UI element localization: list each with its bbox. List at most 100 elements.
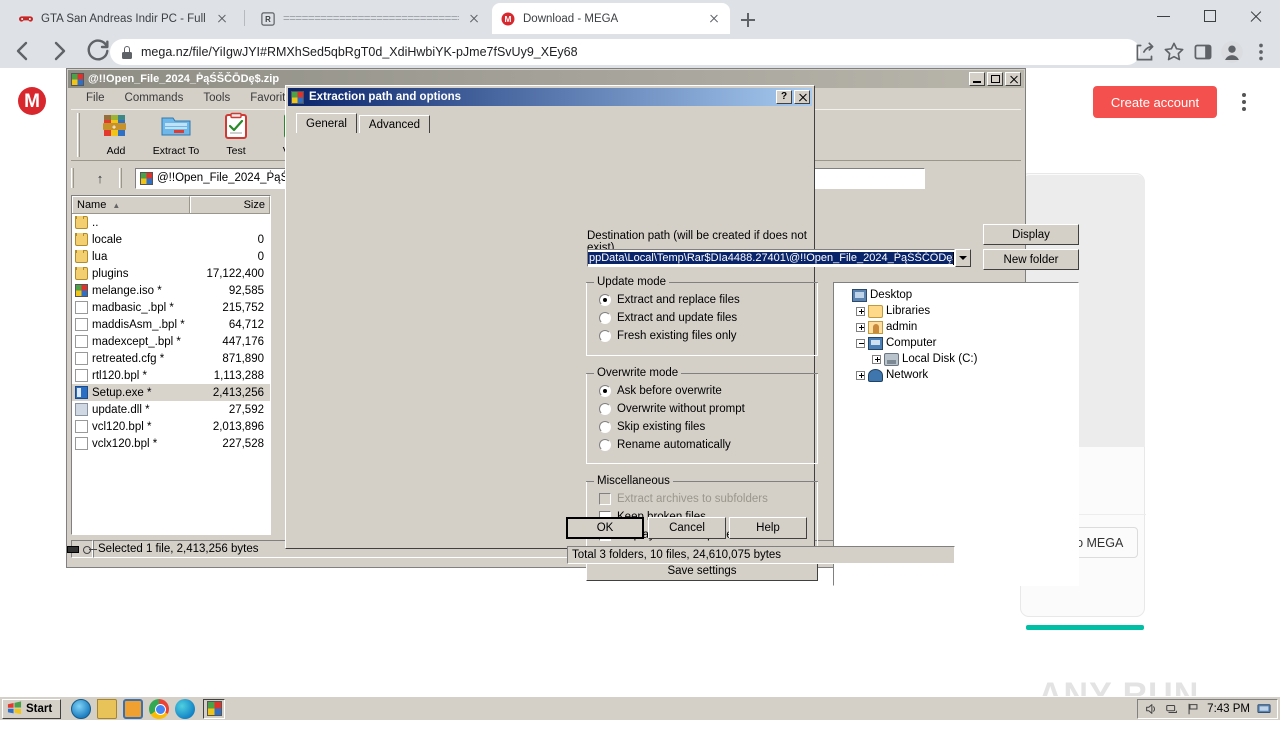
share-icon[interactable] [1132, 39, 1158, 65]
toolbar-add-button[interactable]: + Add [87, 110, 145, 160]
new-tab-button[interactable] [735, 7, 761, 33]
display-button[interactable]: Display [983, 224, 1079, 245]
media-player-icon[interactable] [123, 698, 144, 719]
start-button[interactable]: Start [2, 698, 62, 719]
taskbar-clock[interactable]: 7:43 PM [1207, 703, 1250, 715]
help-button[interactable]: Help [729, 517, 807, 539]
browser-tab-2[interactable]: M Download - MEGA [492, 3, 730, 34]
menu-commands[interactable]: Commands [115, 91, 194, 105]
destination-path-dropdown-button[interactable] [955, 249, 971, 267]
toolbar-extract-to-button[interactable]: Extract To [145, 110, 207, 160]
close-icon[interactable] [214, 11, 230, 27]
file-icon [75, 437, 88, 450]
tree-node[interactable]: Local Disk (C:) [840, 351, 1078, 367]
tree-node-label: Network [886, 369, 929, 381]
taskbar-winrar-task[interactable] [203, 698, 226, 719]
table-row[interactable]: Setup.exe * 2,413,256 [72, 384, 270, 401]
tab-general[interactable]: General [296, 113, 357, 133]
tree-node-label: admin [886, 321, 918, 333]
table-row[interactable]: melange.iso * 92,585 [72, 282, 270, 299]
radio-rename-automatically[interactable]: Rename automatically [599, 436, 817, 454]
winrar-maximize-button[interactable] [987, 72, 1003, 86]
close-icon[interactable] [706, 11, 722, 27]
create-account-button[interactable]: Create account [1093, 86, 1217, 118]
collapse-minus-icon[interactable] [856, 338, 865, 348]
file-name-text: melange.iso * [92, 284, 162, 297]
volume-icon[interactable] [1144, 702, 1158, 716]
forward-button[interactable] [44, 35, 76, 67]
radio-skip-existing-files[interactable]: Skip existing files [599, 418, 817, 436]
destination-folder-tree[interactable]: Desktop Libraries admin Computer Local Disk … [833, 282, 1079, 586]
table-row[interactable]: maddisAsm_.bpl * 64,712 [72, 316, 270, 333]
toolbar-test-button[interactable]: Test [207, 110, 265, 160]
bookmark-star-icon[interactable] [1161, 39, 1187, 65]
radio-extract-and-update[interactable]: Extract and update files [599, 309, 817, 327]
column-header-name[interactable]: Name ▲ [72, 196, 190, 213]
expand-plus-icon[interactable] [856, 370, 865, 380]
dialog-help-button[interactable]: ? [776, 90, 792, 104]
expand-plus-icon[interactable] [856, 306, 865, 316]
network-icon[interactable] [1165, 702, 1179, 716]
winrar-archive-totals: Total 3 folders, 10 files, 24,610,075 by… [567, 546, 955, 564]
address-grip[interactable] [71, 168, 74, 188]
file-size-cell: 64,712 [228, 318, 264, 331]
up-one-level-button[interactable]: ↑ [87, 167, 113, 189]
new-folder-button[interactable]: New folder [983, 249, 1079, 270]
window-minimize-button[interactable] [1142, 0, 1188, 32]
radio-extract-and-replace[interactable]: Extract and replace files [599, 291, 817, 309]
column-header-size[interactable]: Size [190, 196, 270, 213]
close-icon[interactable] [466, 11, 482, 27]
dialog-title-bar[interactable]: Extraction path and options ? [288, 88, 812, 106]
radio-overwrite-without-prompt[interactable]: Overwrite without prompt [599, 400, 817, 418]
table-row[interactable]: madbasic_.bpl * 215,752 [72, 299, 270, 316]
tree-node[interactable]: Desktop [840, 287, 1078, 303]
show-desktop-icon[interactable] [1257, 702, 1271, 716]
table-row[interactable]: vclx120.bpl * 227,528 [72, 435, 270, 452]
winrar-file-list[interactable]: Name ▲ Size .. locale 0 lua 0 plugins 17,122,4… [71, 195, 271, 535]
address-grip-2[interactable] [119, 168, 122, 188]
tree-node[interactable]: Libraries [840, 303, 1078, 319]
toolbar-grip[interactable] [77, 113, 80, 157]
file-name-cell: madexcept_.bpl * [72, 335, 190, 348]
page-menu-icon[interactable] [1242, 93, 1246, 111]
menu-tools[interactable]: Tools [193, 91, 240, 105]
folder-icon[interactable] [97, 698, 118, 719]
winrar-minimize-button[interactable] [969, 72, 985, 86]
winrar-close-button[interactable] [1005, 72, 1021, 86]
chrome-menu-icon[interactable] [1248, 39, 1274, 65]
table-row[interactable]: vcl120.bpl * 2,013,896 [72, 418, 270, 435]
table-row[interactable]: retreated.cfg * 871,890 [72, 350, 270, 367]
side-panel-icon[interactable] [1190, 39, 1216, 65]
table-row[interactable]: lua 0 [72, 248, 270, 265]
destination-path-input[interactable]: ppData\Local\Temp\Rar$DIa4488.27401\@!!O… [587, 249, 955, 267]
window-close-button[interactable] [1234, 0, 1280, 32]
cancel-button[interactable]: Cancel [648, 517, 726, 539]
radio-ask-before-overwrite[interactable]: Ask before overwrite [599, 382, 817, 400]
back-button[interactable] [6, 35, 38, 67]
table-row[interactable]: .. [72, 214, 270, 231]
radio-fresh-existing-only[interactable]: Fresh existing files only [599, 327, 817, 345]
address-bar[interactable]: mega.nz/file/YiIgwJYI#RMXhSed5qbRgT0d_Xd… [110, 39, 1140, 65]
internet-explorer-icon[interactable] [71, 698, 92, 719]
tree-node[interactable]: Computer [840, 335, 1078, 351]
flag-icon[interactable] [1186, 702, 1200, 716]
table-row[interactable]: rtl120.bpl * 1,113,288 [72, 367, 270, 384]
window-maximize-button[interactable] [1188, 0, 1234, 32]
tab-advanced[interactable]: Advanced [358, 115, 431, 133]
table-row[interactable]: madexcept_.bpl * 447,176 [72, 333, 270, 350]
browser-tab-0[interactable]: GTA San Andreas İndir PC - Full Türk [10, 3, 238, 34]
ok-button[interactable]: OK [566, 517, 644, 539]
tree-node[interactable]: Network [840, 367, 1078, 383]
table-row[interactable]: locale 0 [72, 231, 270, 248]
table-row[interactable]: update.dll * 27,592 [72, 401, 270, 418]
table-row[interactable]: plugins 17,122,400 [72, 265, 270, 282]
expand-plus-icon[interactable] [872, 354, 881, 364]
edge-icon[interactable] [175, 698, 196, 719]
tree-node[interactable]: admin [840, 319, 1078, 335]
menu-file[interactable]: File [76, 91, 115, 105]
chrome-icon[interactable] [149, 698, 170, 719]
profile-icon[interactable] [1219, 39, 1245, 65]
expand-plus-icon[interactable] [856, 322, 865, 332]
dialog-close-button[interactable] [794, 90, 810, 104]
browser-tab-1[interactable]: R ============================= [252, 3, 490, 34]
